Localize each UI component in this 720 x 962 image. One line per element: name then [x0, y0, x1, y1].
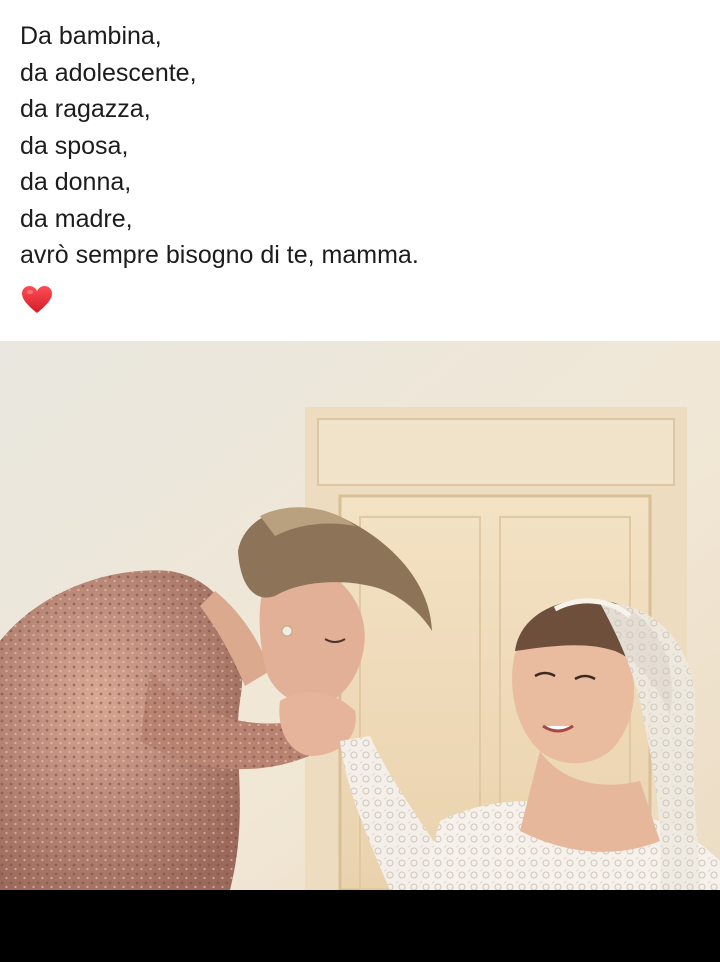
caption-line-7: avrò sempre bisogno di te, mamma.: [20, 241, 419, 269]
caption-line-4: da sposa,: [20, 131, 129, 160]
bottom-black-bar: [0, 890, 720, 962]
post-card: Da bambina, da adolescente, da ragazza, …: [0, 0, 720, 890]
heart-emoji-icon: [21, 284, 53, 316]
caption-line-2: da adolescente,: [20, 58, 197, 87]
post-caption: Da bambina, da adolescente, da ragazza, …: [20, 18, 700, 274]
post-photo: [0, 341, 720, 890]
caption-line-6: da madre,: [20, 204, 133, 233]
caption-line-3: da ragazza,: [20, 95, 151, 123]
caption-line-1: Da bambina,: [20, 22, 162, 50]
caption-line-5: da donna,: [20, 168, 132, 196]
